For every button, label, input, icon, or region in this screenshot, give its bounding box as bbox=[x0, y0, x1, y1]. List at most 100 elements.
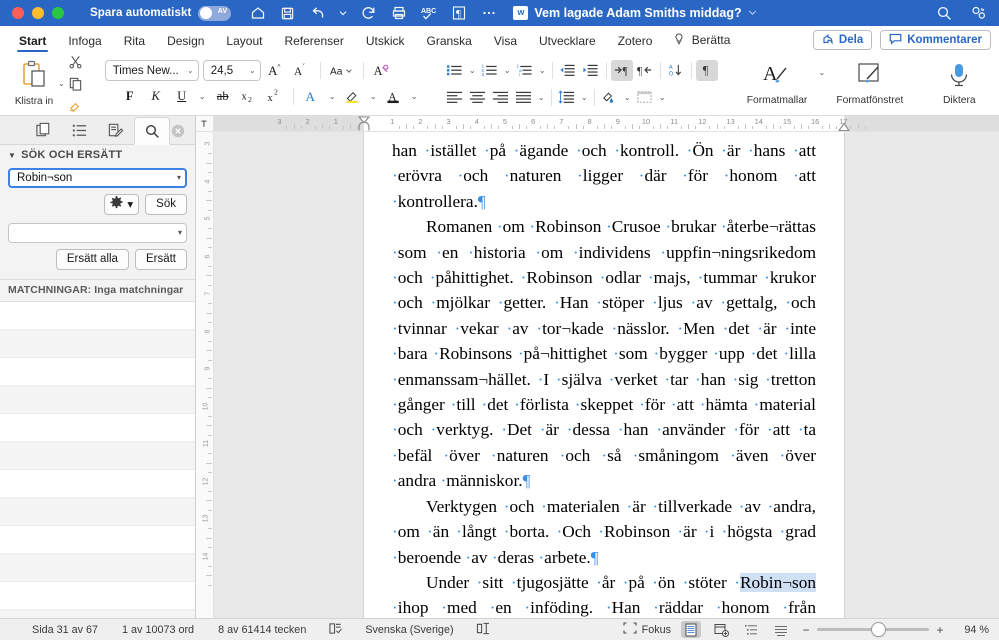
tab-layout[interactable]: Layout bbox=[215, 34, 273, 52]
list-item[interactable] bbox=[0, 414, 195, 442]
document-paragraph[interactable]: han ·istället ·på ·ägande ·och ·kontroll… bbox=[392, 138, 816, 214]
search-button[interactable]: Sök bbox=[145, 193, 187, 215]
multilevel-list-caret-icon[interactable]: ⌄ bbox=[537, 66, 548, 75]
chevron-down-icon[interactable]: ▾ bbox=[178, 228, 182, 237]
document-title-area[interactable]: W Vem lagade Adam Smiths middag? bbox=[513, 6, 756, 20]
sidebar-tab-thumbnails[interactable] bbox=[26, 116, 62, 144]
print-layout-view-button[interactable] bbox=[681, 621, 701, 638]
superscript-button[interactable]: x2 bbox=[264, 86, 286, 107]
replace-input[interactable]: ▾ bbox=[8, 222, 187, 243]
zoom-in-button[interactable]: + bbox=[935, 623, 945, 637]
document-paragraph[interactable]: Under ·sitt ·tjugosjätte ·år ·på ·ön ·st… bbox=[392, 570, 816, 618]
bullets-caret-icon[interactable]: ⌄ bbox=[467, 66, 478, 75]
line-spacing-icon[interactable] bbox=[556, 87, 578, 108]
save-icon[interactable] bbox=[279, 5, 296, 22]
close-icon[interactable] bbox=[171, 124, 185, 138]
search-icon[interactable] bbox=[935, 5, 952, 22]
font-color-caret-icon[interactable]: ⌄ bbox=[409, 92, 420, 101]
highlight-caret-icon[interactable]: ⌄ bbox=[368, 92, 379, 101]
copy-icon[interactable] bbox=[67, 73, 85, 94]
clear-formatting-icon[interactable]: A bbox=[371, 60, 393, 81]
show-formatting-marks-button[interactable]: ¶ bbox=[695, 59, 718, 81]
replace-all-button[interactable]: Ersätt alla bbox=[55, 248, 129, 270]
zoom-track[interactable] bbox=[817, 623, 929, 636]
format-painter-icon[interactable] bbox=[67, 95, 85, 116]
language-indicator[interactable]: Svenska (Sverige) bbox=[353, 624, 465, 636]
tab-infoga[interactable]: Infoga bbox=[57, 34, 112, 52]
tab-start[interactable]: Start bbox=[8, 34, 57, 52]
font-size-combo[interactable]: 24,5 ⌄ bbox=[202, 60, 261, 81]
document-title-caret-icon[interactable] bbox=[748, 6, 757, 20]
tab-utskick[interactable]: Utskick bbox=[355, 34, 416, 52]
minimize-window-button[interactable] bbox=[32, 7, 44, 19]
decrease-font-size-icon[interactable]: Aˇ bbox=[291, 60, 313, 81]
bullets-icon[interactable] bbox=[444, 60, 466, 81]
text-effects-caret-icon[interactable]: ⌄ bbox=[327, 92, 338, 101]
list-item[interactable] bbox=[0, 497, 195, 526]
comments-button[interactable]: Kommentarer bbox=[880, 30, 991, 50]
word-count[interactable]: 1 av 10073 ord bbox=[110, 624, 206, 636]
tab-visa[interactable]: Visa bbox=[483, 34, 528, 52]
align-left-icon[interactable] bbox=[444, 87, 466, 108]
align-right-icon[interactable] bbox=[490, 87, 512, 108]
shading-icon[interactable] bbox=[599, 87, 621, 108]
list-item[interactable] bbox=[0, 582, 195, 610]
redo-icon[interactable] bbox=[360, 5, 377, 22]
document-paragraph[interactable]: Romanen ·om ·Robinson ·Crusoe ·brukar ·å… bbox=[392, 214, 816, 493]
borders-caret-icon[interactable]: ⌄ bbox=[657, 93, 668, 102]
collapse-triangle-icon[interactable]: ▼ bbox=[8, 151, 16, 160]
increase-indent-icon[interactable] bbox=[580, 60, 602, 81]
chevron-down-icon[interactable]: ▾ bbox=[177, 173, 181, 182]
first-line-indent-marker-icon[interactable] bbox=[357, 116, 371, 124]
tab-referenser[interactable]: Referenser bbox=[273, 34, 354, 52]
strikethrough-button[interactable]: ab bbox=[212, 86, 234, 107]
page-indicator[interactable]: Sida 31 av 67 bbox=[10, 624, 110, 636]
autosave-toggle[interactable]: AV bbox=[198, 5, 232, 21]
bold-button[interactable]: F bbox=[119, 86, 141, 107]
dictate-button[interactable]: Diktera bbox=[928, 62, 990, 106]
proofing-icon[interactable] bbox=[318, 622, 353, 638]
settings-icon[interactable] bbox=[970, 5, 987, 22]
change-case-icon[interactable]: Aa bbox=[328, 60, 356, 81]
tab-granska[interactable]: Granska bbox=[416, 34, 483, 52]
sort-icon[interactable]: AÖ bbox=[665, 60, 687, 81]
sidebar-tab-review[interactable] bbox=[98, 116, 134, 144]
zoom-thumb[interactable] bbox=[872, 623, 885, 636]
tab-rita[interactable]: Rita bbox=[113, 34, 156, 52]
paste-dropdown-caret-icon[interactable]: ⌄ bbox=[58, 79, 65, 88]
styles-button[interactable]: A Formatmallar bbox=[738, 62, 817, 106]
more-icon[interactable] bbox=[480, 5, 497, 22]
search-input[interactable]: Robin¬son ▾ bbox=[8, 167, 187, 188]
multilevel-list-icon[interactable]: 1ai bbox=[514, 60, 536, 81]
justify-icon[interactable] bbox=[513, 87, 535, 108]
font-color-icon[interactable]: A bbox=[383, 86, 405, 107]
cut-icon[interactable] bbox=[67, 51, 85, 72]
list-item[interactable] bbox=[0, 385, 195, 414]
styles-caret-icon[interactable]: ⌄ bbox=[816, 68, 827, 77]
zoom-out-button[interactable]: − bbox=[801, 623, 811, 637]
document-title[interactable]: Vem lagade Adam Smiths middag? bbox=[534, 6, 741, 20]
sidebar-tab-outline[interactable] bbox=[62, 116, 98, 144]
line-spacing-caret-icon[interactable]: ⌄ bbox=[579, 93, 590, 102]
list-item[interactable] bbox=[0, 526, 195, 554]
decrease-indent-icon[interactable] bbox=[557, 60, 579, 81]
focus-button[interactable]: Fokus bbox=[623, 622, 671, 637]
outline-view-button[interactable] bbox=[741, 621, 761, 638]
horizontal-ruler[interactable]: 3 2 1 1 2 3 4 5 6 7 8 9 10 11 12 13 14 15 16 17 bbox=[214, 116, 999, 132]
list-item[interactable] bbox=[0, 470, 195, 498]
list-item[interactable] bbox=[0, 609, 195, 618]
close-window-button[interactable] bbox=[12, 7, 24, 19]
highlight-color-icon[interactable] bbox=[342, 86, 364, 107]
search-options-button[interactable]: ▾ bbox=[104, 193, 140, 215]
document-scroll-region[interactable]: han ·istället ·på ·ägande ·och ·kontroll… bbox=[214, 132, 999, 618]
tab-berätta[interactable]: Berätta bbox=[663, 33, 741, 52]
share-button[interactable]: Dela bbox=[812, 30, 873, 50]
window-controls[interactable] bbox=[8, 7, 64, 19]
replace-button[interactable]: Ersätt bbox=[134, 248, 187, 270]
web-layout-view-button[interactable] bbox=[711, 621, 731, 638]
italic-button[interactable]: K bbox=[145, 86, 167, 107]
undo-icon[interactable] bbox=[309, 5, 326, 22]
alignment-caret-icon[interactable]: ⌄ bbox=[536, 93, 547, 102]
tab-design[interactable]: Design bbox=[156, 34, 215, 52]
vertical-ruler[interactable]: 3 4 5 6 7 8 9 10 11 12 13 14 bbox=[196, 116, 214, 618]
